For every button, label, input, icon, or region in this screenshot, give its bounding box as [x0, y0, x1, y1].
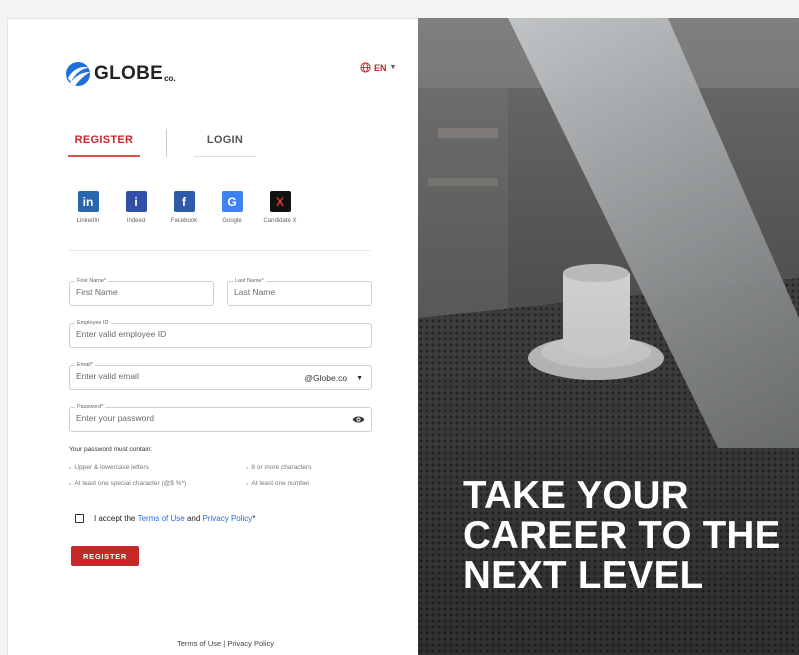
first-name-field: First Name*	[69, 277, 214, 306]
employee-id-field: Employee ID	[69, 319, 372, 348]
social-facebook-button[interactable]: f Facebook	[160, 191, 208, 224]
footer-privacy-link[interactable]: Privacy Policy	[227, 639, 274, 648]
tab-divider	[166, 129, 167, 157]
globe-logo[interactable]: GLOBE co.	[65, 61, 176, 87]
password-rule: 8 or more characters	[246, 464, 311, 471]
last-name-field: Last Name*	[227, 277, 372, 306]
terms-prefix: I accept the	[94, 514, 138, 523]
globe-logo-icon	[66, 62, 90, 86]
footer-terms-link[interactable]: Terms of Use	[177, 639, 221, 648]
linkedin-icon: in	[77, 191, 99, 212]
language-selector[interactable]: EN ▼	[360, 62, 396, 73]
password-rule: At least one special character (@$ %*)	[69, 480, 186, 487]
globe-icon	[360, 62, 371, 73]
first-name-input[interactable]	[76, 287, 206, 297]
first-name-label: First Name*	[75, 277, 109, 285]
eye-icon[interactable]	[352, 415, 365, 424]
email-input[interactable]	[76, 371, 286, 381]
hero-image: TAKE YOUR CAREER TO THE NEXT LEVEL	[418, 18, 799, 655]
register-button[interactable]: REGISTER	[71, 546, 139, 566]
email-domain-select[interactable]: @Globe.co ▼	[304, 373, 363, 383]
terms-middle: and	[184, 514, 203, 523]
indeed-icon: i	[125, 191, 147, 212]
hero-headline-line: CAREER TO THE	[463, 514, 781, 557]
facebook-icon: f	[173, 191, 195, 212]
social-label: LinkedIn	[76, 218, 100, 224]
chevron-down-icon: ▼	[389, 64, 397, 71]
tab-login[interactable]: LOGIN	[194, 126, 256, 157]
social-label: Facebook	[170, 218, 198, 224]
password-rule: Upper & lowercase letters	[69, 464, 148, 471]
brand-suffix: co.	[164, 74, 176, 83]
footer-links: Terms of Use | Privacy Policy	[177, 639, 274, 648]
terms-of-use-link[interactable]: Terms of Use	[138, 514, 185, 523]
terms-checkbox[interactable]	[75, 514, 84, 523]
terms-consent: I accept the Terms of Use and Privacy Po…	[75, 514, 255, 523]
candidate-x-icon: X	[269, 191, 291, 212]
last-name-input[interactable]	[234, 287, 364, 297]
auth-tabs: REGISTER LOGIN	[68, 126, 368, 166]
hero-headline: TAKE YOUR CAREER TO THE NEXT LEVEL	[463, 476, 781, 596]
hero-headline-line: NEXT LEVEL	[463, 554, 704, 597]
language-label: EN	[374, 62, 387, 73]
social-linkedin-button[interactable]: in LinkedIn	[64, 191, 112, 224]
email-domain-value: @Globe.co	[304, 373, 348, 383]
last-name-label: Last Name*	[233, 277, 266, 285]
email-label: Email*	[75, 361, 95, 369]
password-field: Password*	[69, 403, 372, 432]
password-rules-title: Your password must contain:	[69, 446, 153, 453]
privacy-policy-link[interactable]: Privacy Policy	[203, 514, 253, 523]
social-google-button[interactable]: G Google	[208, 191, 256, 224]
employee-id-input[interactable]	[76, 329, 356, 339]
social-login-list: in LinkedIn i Indeed f Facebook G Google…	[64, 191, 304, 224]
social-indeed-button[interactable]: i Indeed	[112, 191, 160, 224]
social-candidate-x-button[interactable]: X Candidate X	[256, 191, 304, 224]
required-asterisk: *	[252, 514, 256, 523]
password-input[interactable]	[76, 413, 336, 423]
registration-panel: GLOBE co. EN ▼ REGISTER LOGIN in LinkedI…	[7, 18, 418, 655]
social-label: Indeed	[126, 218, 146, 224]
email-field: Email* @Globe.co ▼	[69, 361, 372, 390]
password-rule: At least one number	[246, 480, 309, 487]
social-label: Google	[222, 218, 242, 224]
chevron-down-icon: ▼	[356, 374, 363, 382]
hero-headline-line: TAKE YOUR	[463, 474, 689, 517]
employee-id-label: Employee ID	[75, 319, 111, 327]
section-divider	[69, 250, 370, 251]
tab-register[interactable]: REGISTER	[68, 126, 140, 157]
google-icon: G	[221, 191, 243, 212]
brand-name: GLOBE	[94, 63, 164, 84]
social-label: Candidate X	[263, 218, 297, 224]
password-label: Password*	[75, 403, 106, 411]
